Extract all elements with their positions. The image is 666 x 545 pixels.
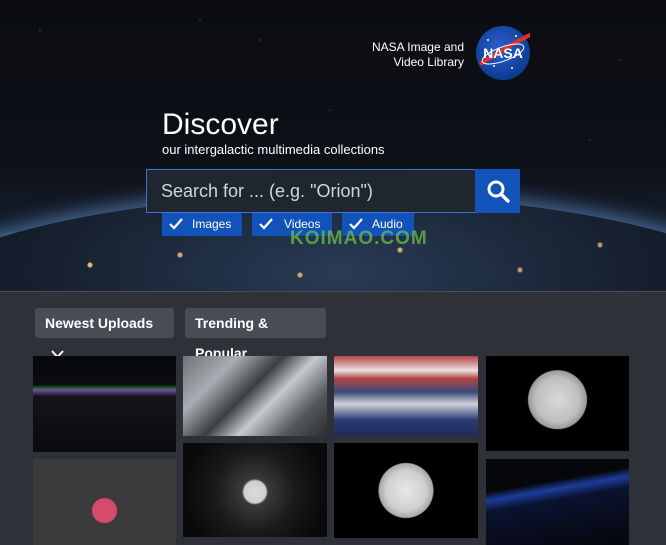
hero-title: Discover — [162, 108, 279, 141]
gallery-thumbnail-cloudy-moon[interactable] — [183, 443, 327, 537]
newest-uploads-dropdown[interactable]: Newest Uploads — [35, 308, 174, 359]
checkmark-icon — [259, 218, 273, 230]
hero-banner: NASA Image and Video Library NASA Discov… — [0, 0, 666, 291]
filter-images-label: Images — [192, 217, 232, 231]
search-bar — [146, 169, 520, 213]
search-button[interactable] — [475, 169, 520, 213]
gallery-thumbnail-spacewalk[interactable] — [183, 356, 327, 436]
gallery-thumbnail-earth-aurora[interactable] — [33, 356, 176, 452]
gallery-thumbnail-earth-limb[interactable] — [486, 459, 629, 545]
gallery-thumbnail-cupola-astronaut[interactable] — [33, 459, 176, 545]
gallery-thumbnail-crew-event[interactable] — [334, 356, 478, 436]
hero-subtitle: our intergalactic multimedia collections — [162, 142, 385, 157]
site-name-line2: Video Library — [393, 55, 465, 69]
nasa-logo-text: NASA — [483, 45, 523, 61]
trending-popular-label: Trending & Popular — [195, 315, 269, 361]
site-name-line1: NASA Image and — [371, 40, 464, 54]
watermark-text: KOIMAO.COM — [290, 228, 428, 249]
nasa-logo[interactable]: NASA — [476, 26, 530, 80]
gallery-thumbnail-full-moon[interactable] — [486, 356, 629, 451]
newest-uploads-label: Newest Uploads — [45, 315, 154, 331]
search-input[interactable] — [146, 169, 476, 213]
search-icon — [487, 180, 510, 203]
gallery-section: Newest Uploads Trending & Popular — [0, 291, 666, 545]
checkmark-icon — [169, 218, 183, 230]
gallery-thumbnail-moon-closeup[interactable] — [334, 443, 478, 538]
site-name[interactable]: NASA Image and Video Library — [360, 40, 464, 70]
filter-images[interactable]: Images — [162, 213, 242, 236]
trending-popular-tab[interactable]: Trending & Popular — [185, 308, 326, 361]
